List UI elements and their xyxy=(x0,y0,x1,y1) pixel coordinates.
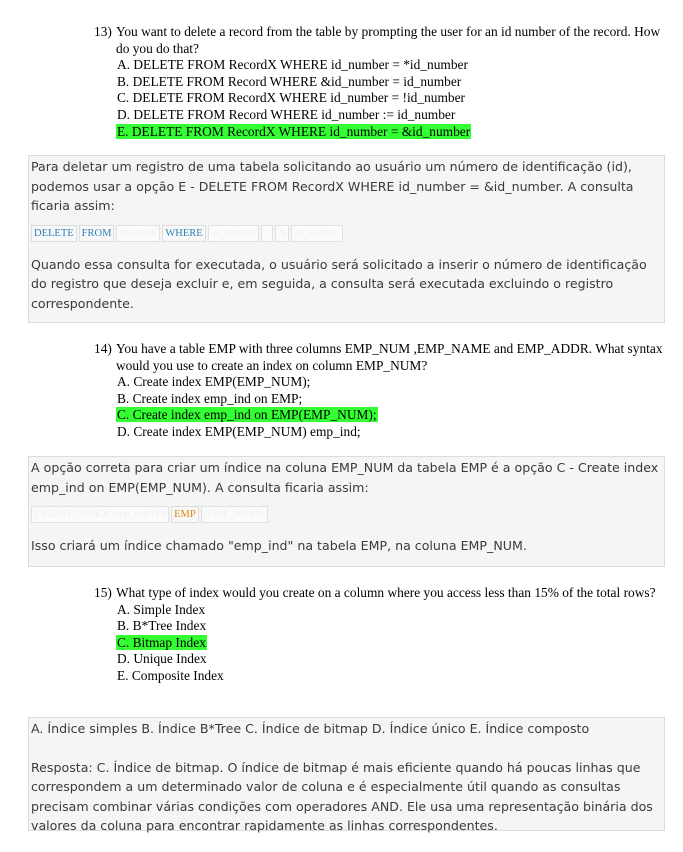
code-token-delete: DELETE xyxy=(31,224,77,242)
option-c: C. Create index emp_ind on EMP(EMP_NUM); xyxy=(116,407,669,424)
answer-box-13: Para deletar um registro de uma tabela s… xyxy=(28,155,665,323)
answer-outro: Quando essa consulta for executada, o us… xyxy=(31,256,647,311)
code-token-ampersand: & xyxy=(275,224,290,242)
question-15: 15) What type of index would you create … xyxy=(94,585,669,685)
code-snippet: DELETE FROM RecordX WHERE id_number = & … xyxy=(31,224,662,242)
code-token-column: (EMP_NUM); xyxy=(200,506,268,524)
answer-box-15: A. Índice simples B. Índice B*Tree C. Ín… xyxy=(28,717,665,833)
code-token-table: RecordX xyxy=(116,224,161,242)
question-13: 13) You want to delete a record from the… xyxy=(94,24,669,140)
correct-option-highlight: C. Bitmap Index xyxy=(116,634,207,650)
code-token-equals: = xyxy=(261,224,274,242)
option-c: C. Bitmap Index xyxy=(116,634,669,652)
question-number: 15) xyxy=(94,585,112,600)
option-a: A. Create index EMP(EMP_NUM); xyxy=(117,374,311,390)
code-token-variable: id_number xyxy=(291,224,343,242)
answer-intro: Para deletar um registro de uma tabela s… xyxy=(31,159,634,214)
question-number: 14) xyxy=(94,341,112,356)
question-text: You have a table EMP with three columns … xyxy=(116,341,663,373)
option-a: A. Simple Index xyxy=(117,601,206,617)
option-d: D. Unique Index xyxy=(117,651,207,667)
question-text: What type of index would you create on a… xyxy=(116,585,656,600)
code-token-table: EMP xyxy=(171,506,199,524)
option-b: B. Create index emp_ind on EMP; xyxy=(117,390,303,406)
code-token-where: WHERE xyxy=(162,224,206,242)
answer-outro: Isso criará um índice chamado "emp_ind" … xyxy=(31,538,527,554)
correct-option-highlight: C. Create index emp_ind on EMP(EMP_NUM); xyxy=(116,407,378,423)
answer-outro: Resposta: C. Índice de bitmap. O índice … xyxy=(31,759,653,834)
question-number: 13) xyxy=(94,24,112,39)
code-token-from: FROM xyxy=(78,224,115,242)
option-b: B. DELETE FROM Record WHERE &id_number =… xyxy=(117,73,462,89)
options-list: A. Create index EMP(EMP_NUM); B. Create … xyxy=(94,374,669,440)
correct-option-highlight: E. DELETE FROM RecordX WHERE id_number =… xyxy=(116,123,472,139)
option-a: A. DELETE FROM RecordX WHERE id_number =… xyxy=(117,57,468,73)
question-14: 14) You have a table EMP with three colu… xyxy=(94,341,669,441)
option-b: B. B*Tree Index xyxy=(117,618,207,634)
question-text: You want to delete a record from the tab… xyxy=(116,24,661,56)
option-d: D. DELETE FROM Record WHERE id_number :=… xyxy=(117,106,456,122)
options-list: A. DELETE FROM RecordX WHERE id_number =… xyxy=(94,57,669,140)
code-token-create-index: CREATE INDEX emp_ind ON xyxy=(31,506,170,524)
option-e: E. Composite Index xyxy=(117,667,224,683)
answer-box-14: A opção correta para criar um índice na … xyxy=(28,456,665,567)
option-e: E. DELETE FROM RecordX WHERE id_number =… xyxy=(116,123,669,141)
answer-spacer xyxy=(31,739,662,758)
option-d: D. Create index EMP(EMP_NUM) emp_ind; xyxy=(117,423,361,439)
code-snippet: CREATE INDEX emp_ind ON EMP (EMP_NUM); xyxy=(31,506,662,524)
code-token-column: id_number xyxy=(207,224,260,242)
answer-intro: A opção correta para criar um índice na … xyxy=(31,460,659,495)
answer-intro: A. Índice simples B. Índice B*Tree C. Ín… xyxy=(31,721,590,736)
option-c: C. DELETE FROM RecordX WHERE id_number =… xyxy=(117,90,465,106)
options-list: A. Simple Index B. B*Tree Index C. Bitma… xyxy=(94,602,669,685)
